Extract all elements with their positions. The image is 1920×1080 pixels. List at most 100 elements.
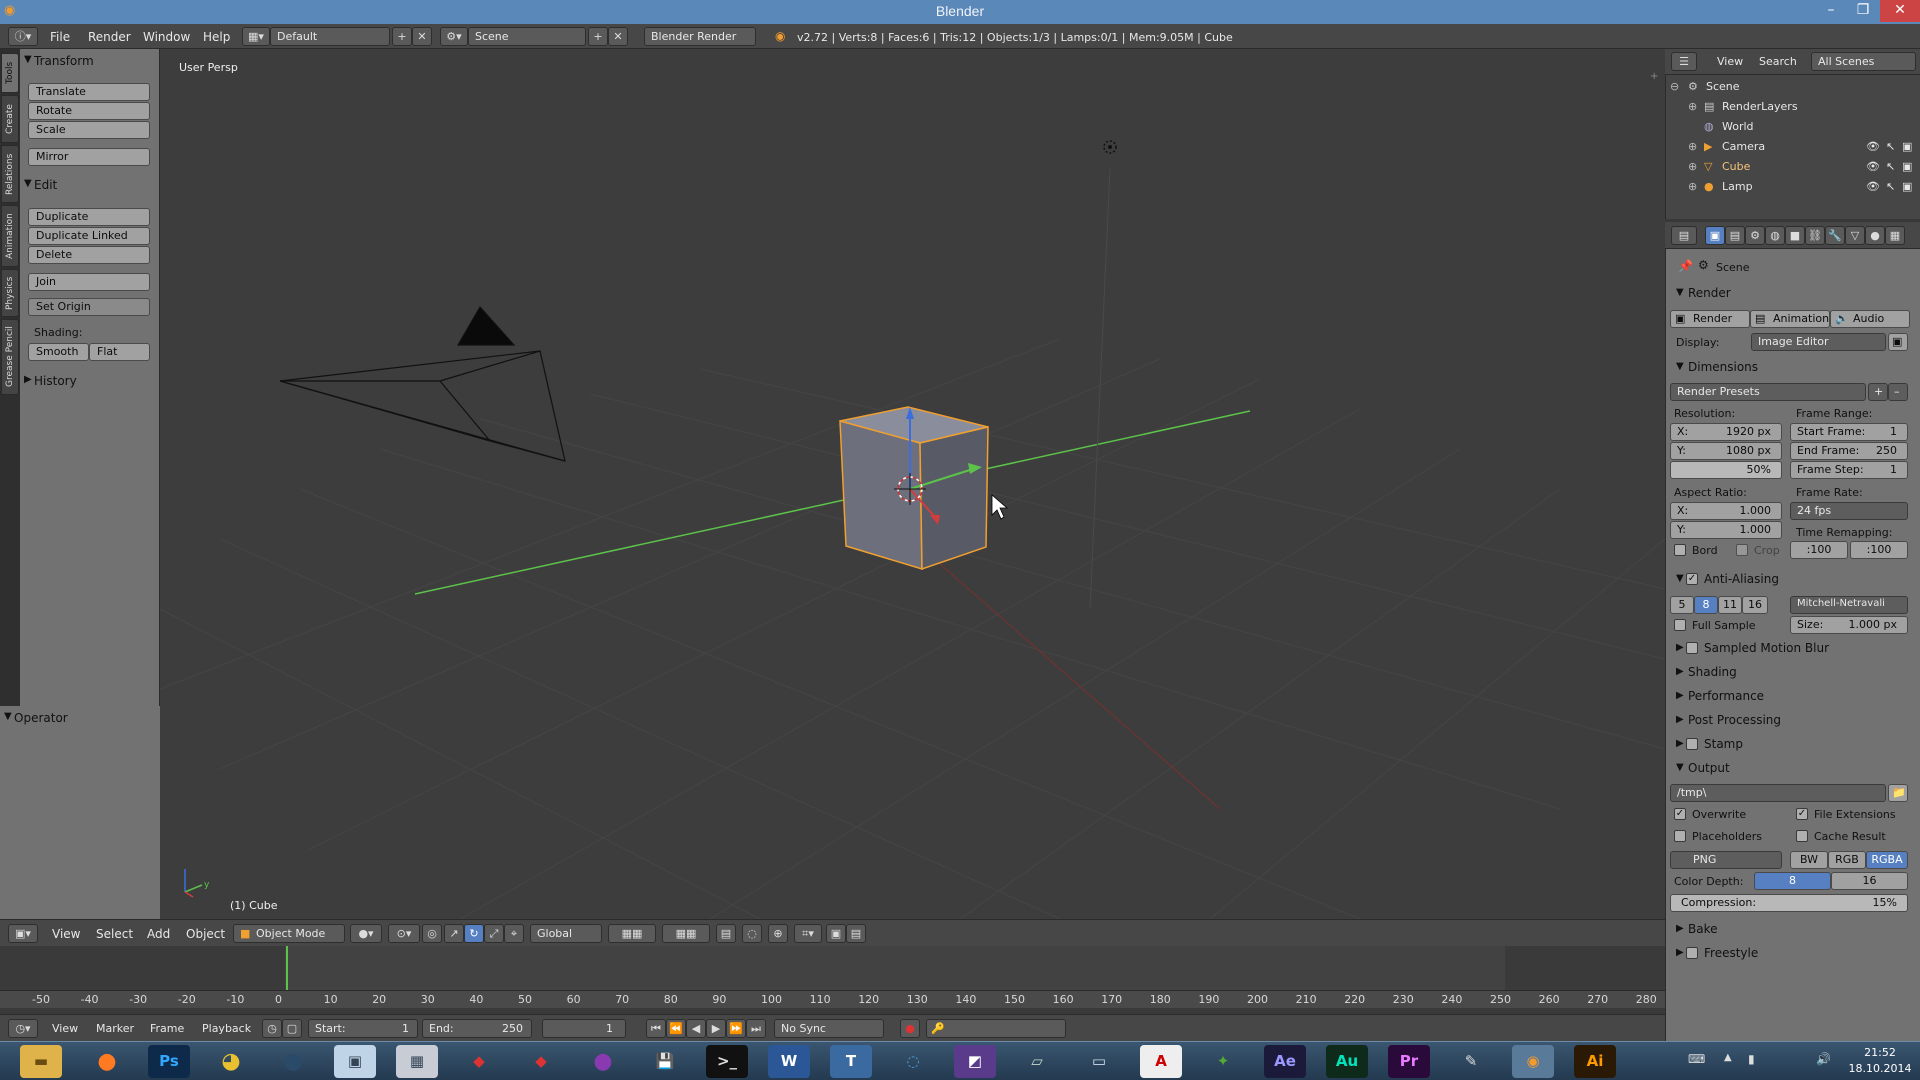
menu-file[interactable]: File [50,30,70,44]
folder-icon[interactable]: 📁 [1888,784,1908,802]
scale-button[interactable]: Scale [28,121,150,139]
render-engine-select[interactable]: Blender Render [644,27,756,46]
start-frame-field[interactable]: Start Frame: 1 [1790,423,1908,441]
tab-physics[interactable]: Physics [1,269,19,317]
opengl-render-icon[interactable]: ▤ [846,924,866,943]
preview-range-icon[interactable]: ◷ [262,1019,282,1038]
app-globe-icon[interactable]: ● [272,1045,314,1078]
render-camera-icon[interactable]: ▣ [1902,140,1912,153]
scene-tab-icon[interactable]: ⚙ [1745,226,1765,245]
display-lock-icon[interactable]: ▣ [1888,333,1908,351]
jump-end-icon[interactable]: ⏭ [746,1019,766,1038]
screen-layout-icon[interactable]: ▦▾ [242,27,270,46]
editor-type-icon[interactable]: ▤ [1671,226,1697,245]
transform-panel-header[interactable]: ▼ Transform [20,51,160,71]
app-screen-icon[interactable]: ▭ [1078,1045,1120,1078]
duplicate-linked-button[interactable]: Duplicate Linked [28,227,150,245]
overwrite-checkbox[interactable]: ✓ [1674,808,1686,820]
snap-element-icon[interactable]: ⊕ [768,924,788,943]
shading-panel-header[interactable]: ▶ Shading [1666,662,1920,684]
object-tab-icon[interactable]: ■ [1785,226,1805,245]
data-tab-icon[interactable]: ▽ [1845,226,1865,245]
menu-playback[interactable]: Playback [202,1022,251,1035]
next-keyframe-icon[interactable]: ⏩ [726,1019,746,1038]
resolution-x-field[interactable]: X: 1920 px [1670,423,1782,441]
aa-filter-select[interactable]: Mitchell-Netravali [1790,596,1908,614]
save-disk-icon[interactable]: 💾 [644,1045,686,1078]
after-effects-icon[interactable]: Ae [1264,1045,1306,1078]
app-pen-icon[interactable]: ✎ [1450,1045,1492,1078]
menu-select[interactable]: Select [96,927,133,941]
gpu-z-icon[interactable]: ◆ [458,1045,500,1078]
lock-time-icon[interactable]: ▢ [282,1019,302,1038]
aspect-y-field[interactable]: Y: 1.000 [1670,521,1782,539]
gpu-monitor-icon[interactable]: ◆ [520,1045,562,1078]
app-vs-icon[interactable]: ◩ [954,1045,996,1078]
start-frame-field[interactable]: Start: 1 [308,1019,418,1038]
photoshop-icon[interactable]: Ps [148,1045,190,1078]
lock-layers-icon[interactable]: ▤ [716,924,736,943]
scene-icon[interactable]: ⚙▾ [440,27,468,46]
crop-checkbox[interactable] [1736,544,1748,556]
jump-start-icon[interactable]: ⏮ [646,1019,666,1038]
minimize-button[interactable]: – [1814,0,1848,22]
scene-field[interactable]: Scene [468,27,586,46]
menu-window[interactable]: Window [143,30,190,44]
viewport-shading-icon[interactable]: ●▾ [350,924,382,943]
delete-button[interactable]: Delete [28,246,150,264]
modifiers-tab-icon[interactable]: 🔧 [1825,226,1845,245]
display-select[interactable]: Image Editor [1751,333,1886,351]
chrome-icon[interactable]: ◕ [210,1045,252,1078]
rotate-button[interactable]: Rotate [28,102,150,120]
3d-viewport[interactable]: y User Persp (1) Cube + [160,49,1665,919]
mirror-button[interactable]: Mirror [28,148,150,166]
menu-help[interactable]: Help [203,30,230,44]
pivot-point-icon[interactable]: ⊙▾ [388,924,420,943]
tab-relations[interactable]: Relations [1,145,19,203]
render-button[interactable]: ▣ Render [1670,310,1750,328]
blender-taskbar-icon[interactable]: ◉ [1512,1045,1554,1078]
motion-blur-checkbox[interactable] [1686,642,1698,654]
aa-samples-11[interactable]: 11 [1718,596,1742,614]
orientation-select[interactable]: Global [530,924,602,943]
color-depth-16-button[interactable]: 16 [1831,872,1908,890]
app-swirl-icon[interactable]: ◌ [892,1045,934,1078]
volume-icon[interactable]: 🔊 [1816,1052,1831,1066]
aa-samples-8[interactable]: 8 [1694,596,1718,614]
stamp-checkbox[interactable] [1686,738,1698,750]
menu-render[interactable]: Render [88,30,131,44]
freestyle-panel-header[interactable]: ▶ Freestyle [1666,943,1920,965]
network-icon[interactable]: ▮ [1748,1052,1755,1066]
illustrator-icon[interactable]: Ai [1574,1045,1616,1078]
edit-panel-header[interactable]: ▼ Edit [20,175,160,195]
menu-frame[interactable]: Frame [150,1022,184,1035]
record-icon[interactable]: ● [900,1019,920,1038]
app-purple-icon[interactable]: ● [582,1045,624,1078]
material-tab-icon[interactable]: ● [1865,226,1885,245]
lamp-object[interactable] [1103,140,1117,154]
select-arrow-icon[interactable]: ↖ [1886,180,1895,193]
menu-add[interactable]: Add [147,927,170,941]
duplicate-button[interactable]: Duplicate [28,208,150,226]
menu-search[interactable]: Search [1759,55,1797,68]
anti-aliasing-checkbox[interactable]: ✓ [1686,573,1698,585]
aspect-x-field[interactable]: X: 1.000 [1670,502,1782,520]
editor-type-icon[interactable]: ◷▾ [8,1019,38,1038]
outliner-item-lamp[interactable]: ⊕ ● Lamp 👁 ↖ ▣ [1666,180,1920,200]
resolution-percent-field[interactable]: 50% [1670,461,1782,479]
color-bw-button[interactable]: BW [1790,851,1828,869]
teamspeak-icon[interactable]: T [830,1045,872,1078]
output-panel-header[interactable]: ▼ Output [1666,758,1920,780]
viewport-corner-icon[interactable]: + [1650,71,1658,82]
editor-type-icon[interactable]: ▣▾ [8,924,38,943]
timeline-area[interactable] [0,946,1665,1024]
firefox-icon[interactable]: ● [86,1045,128,1078]
end-frame-field[interactable]: End: 250 [422,1019,532,1038]
app-notes-icon[interactable]: ▱ [1016,1045,1058,1078]
placeholders-checkbox[interactable] [1674,830,1686,842]
play-icon[interactable]: ▶ [706,1019,726,1038]
menu-view[interactable]: View [1717,55,1743,68]
sync-select[interactable]: No Sync [774,1019,884,1038]
render-camera-icon[interactable]: ▣ [1902,180,1912,193]
snap-icon[interactable]: ⌖ [504,924,524,943]
